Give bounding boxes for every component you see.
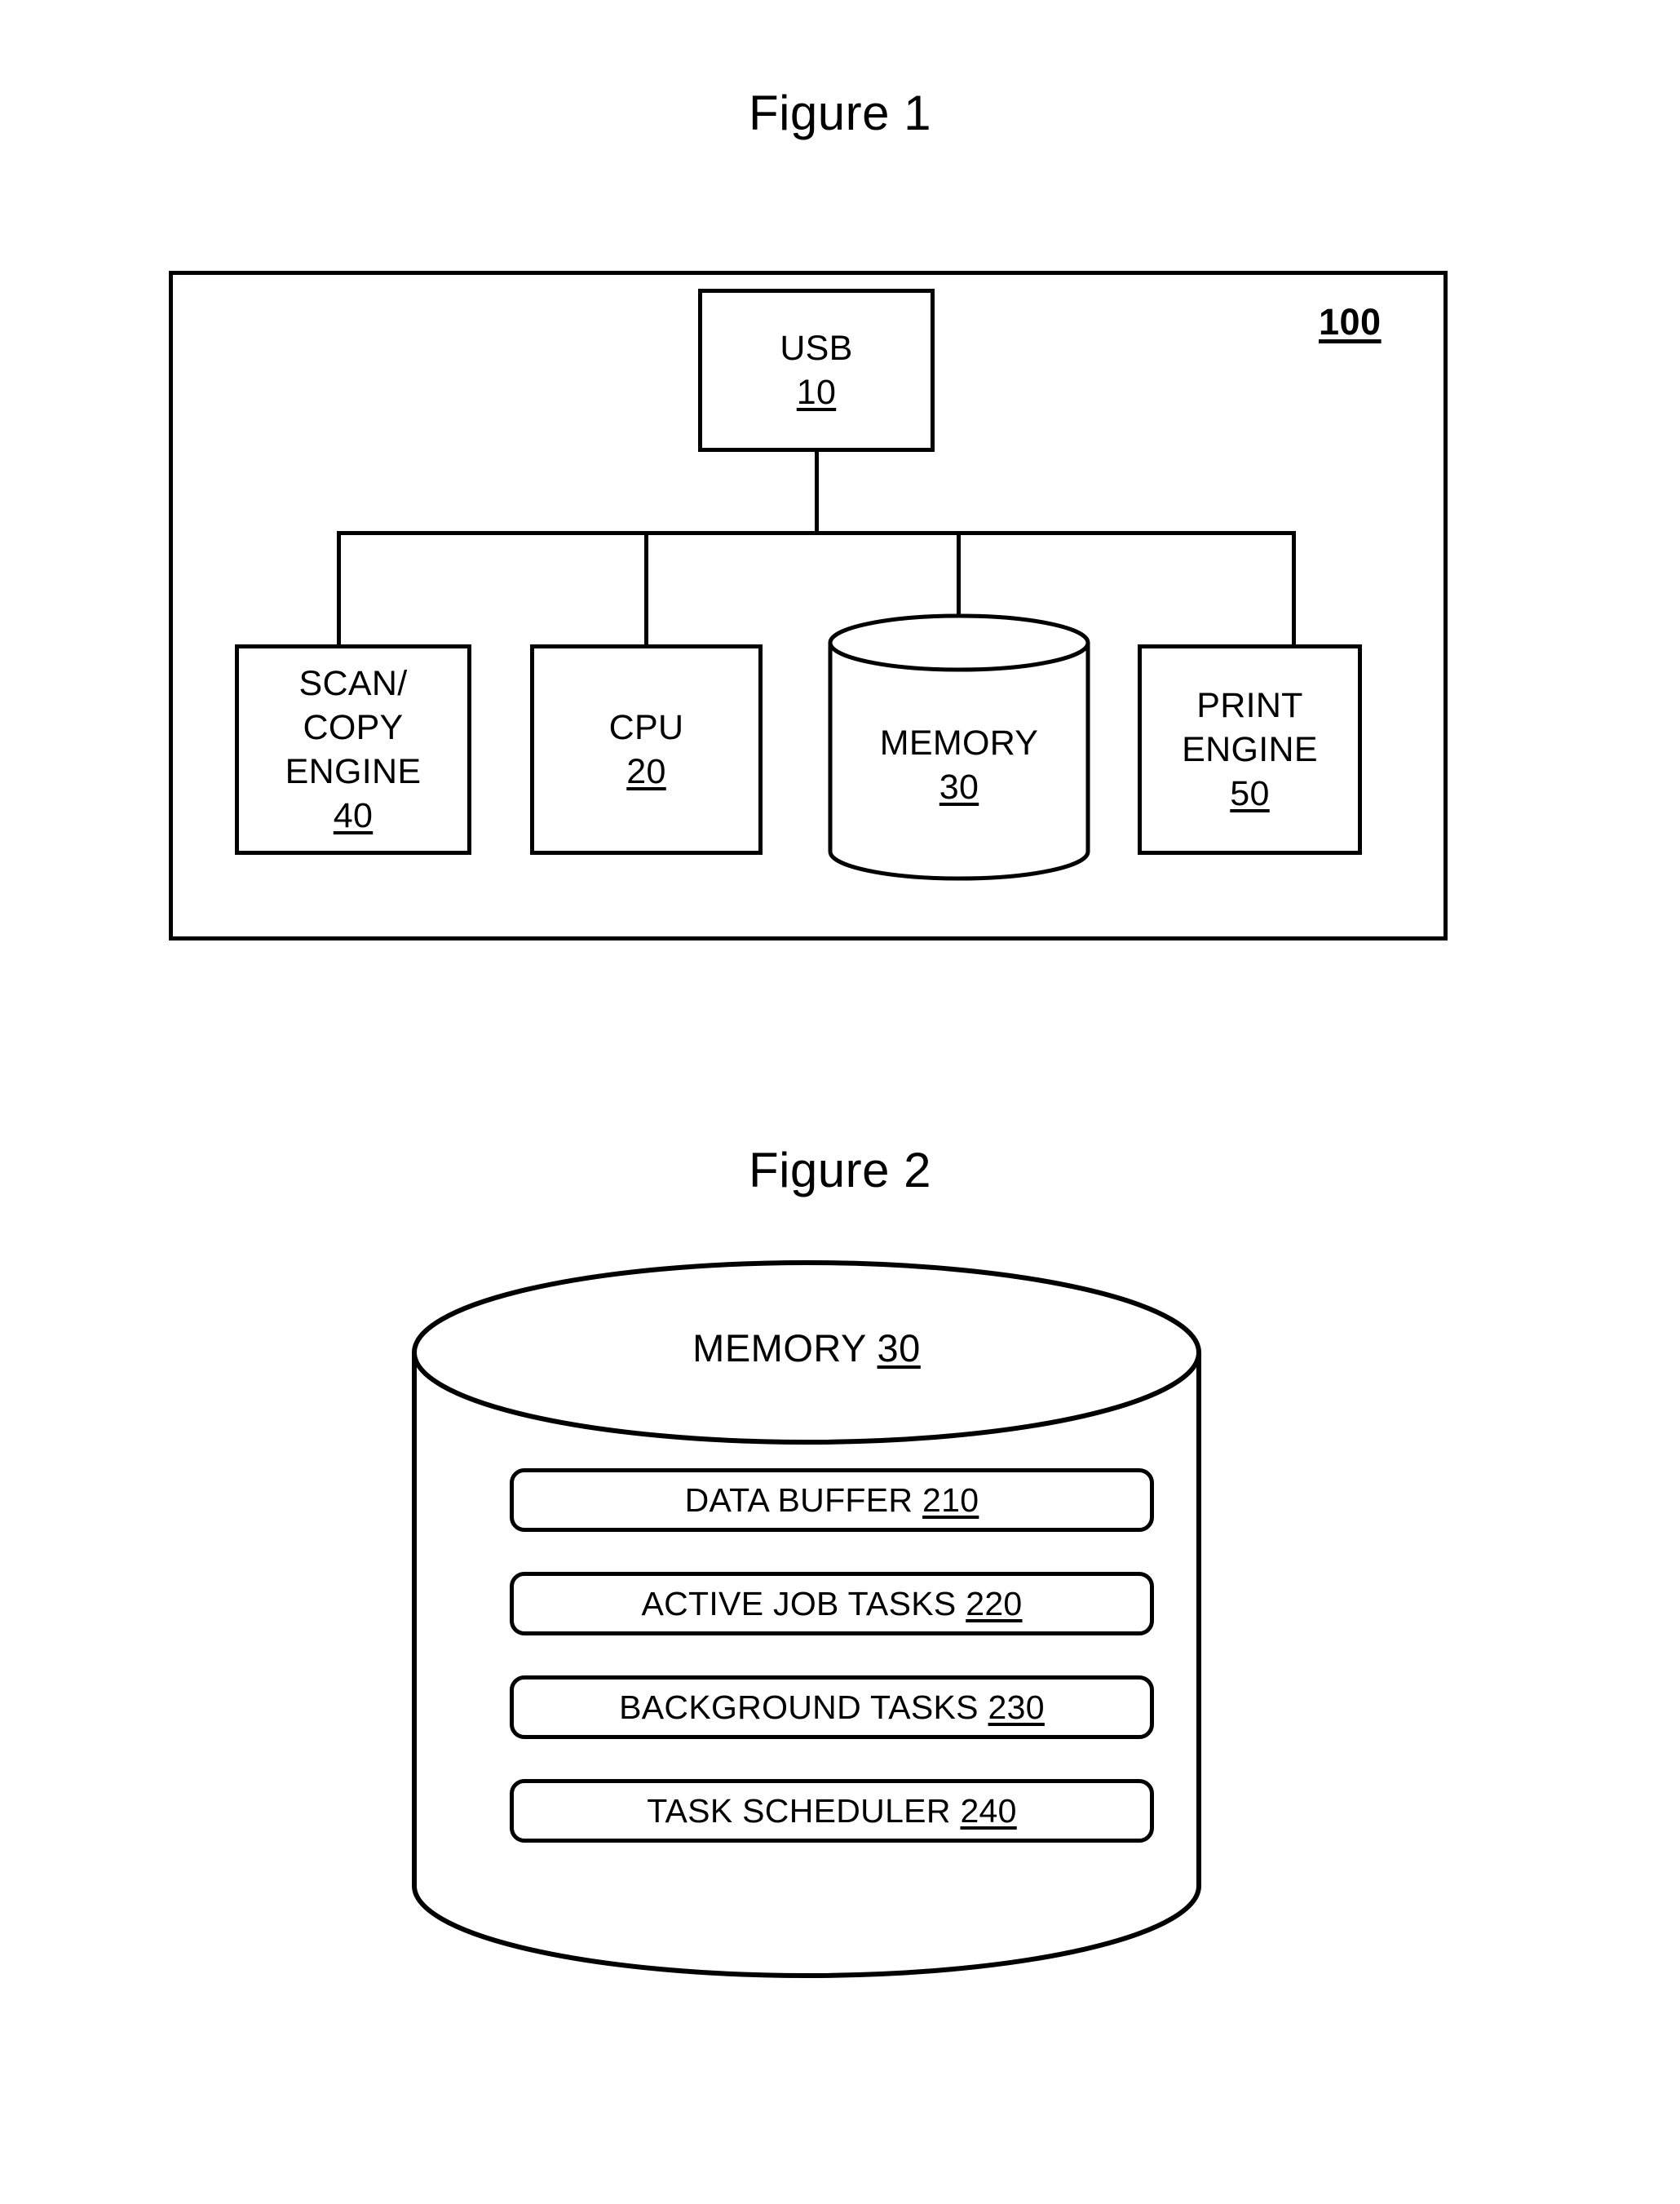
memory-component-data-buffer: DATA BUFFER 210 [510,1468,1154,1532]
memory-component-data-buffer-ref: 210 [922,1480,979,1519]
memory-component-active-job-tasks-label: ACTIVE JOB TASKS [641,1584,957,1622]
memory-component-active-job-tasks: ACTIVE JOB TASKS 220 [510,1572,1154,1635]
memory-component-active-job-tasks-ref: 220 [966,1584,1023,1622]
memory-component-data-buffer-label: DATA BUFFER [684,1480,913,1519]
memory-component-list: DATA BUFFER 210 ACTIVE JOB TASKS 220 BAC… [510,1468,1154,1843]
patent-figure-page: Figure 1 100 USB 10 SCAN/ COPY ENGINE 40… [0,0,1680,2204]
figure-2-title: Figure 2 [748,1143,932,1197]
memory-detail-title: MEMORY 30 [412,1325,1201,1370]
memory-detail-label: MEMORY [692,1326,866,1370]
memory-detail-ref: 30 [877,1326,921,1370]
memory-component-task-scheduler: TASK SCHEDULER 240 [510,1779,1154,1843]
memory-component-background-tasks: BACKGROUND TASKS 230 [510,1675,1154,1739]
figure-2: Figure 2 MEMORY 30 DATA BUFFER 210 ACTIV… [0,0,1680,2204]
memory-component-task-scheduler-ref: 240 [960,1791,1017,1830]
memory-component-task-scheduler-label: TASK SCHEDULER [647,1791,951,1830]
memory-component-background-tasks-label: BACKGROUND TASKS [619,1688,979,1726]
memory-component-background-tasks-ref: 230 [988,1688,1045,1726]
